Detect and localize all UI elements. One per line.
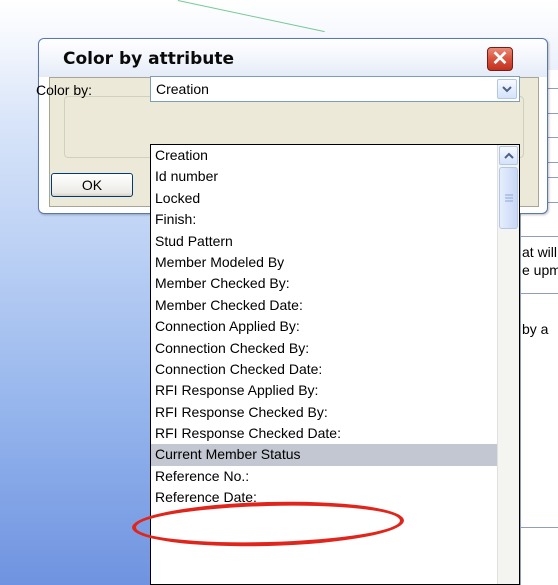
dialog-title-bar[interactable]: Color by attribute ✕	[39, 39, 547, 77]
dropdown-option[interactable]: Connection Applied By:	[151, 316, 497, 337]
combobox-dropdown-button[interactable]	[497, 79, 517, 99]
dropdown-option[interactable]: Reference No.:	[151, 466, 497, 487]
dropdown-option[interactable]: RFI Response Checked Date:	[151, 423, 497, 444]
dropdown-option[interactable]: Member Checked By:	[151, 273, 497, 294]
dropdown-option[interactable]: Stud Pattern	[151, 231, 497, 252]
background-divider	[520, 236, 558, 237]
scroll-up-button[interactable]	[499, 146, 518, 165]
dropdown-scrollbar[interactable]	[497, 145, 519, 584]
chevron-up-icon	[503, 152, 514, 159]
dropdown-option[interactable]: Connection Checked Date:	[151, 359, 497, 380]
dropdown-option[interactable]: Connection Checked By:	[151, 338, 497, 359]
combobox-value: Creation	[156, 81, 209, 97]
background-divider	[520, 293, 558, 294]
dropdown-option[interactable]: RFI Response Checked By:	[151, 402, 497, 423]
color-by-label: Color by:	[36, 82, 93, 98]
dropdown-items: Creation Id number Locked Finish: Stud Patte…	[151, 145, 497, 509]
background-text: by a	[522, 321, 549, 337]
background-line	[177, 0, 325, 33]
dropdown-option[interactable]: Locked	[151, 188, 497, 209]
dropdown-option[interactable]: Id number	[151, 166, 497, 187]
close-button[interactable]: ✕	[487, 47, 513, 71]
scrollbar-thumb[interactable]	[499, 167, 518, 229]
dialog-title: Color by attribute	[63, 49, 234, 69]
grip-icon	[504, 194, 513, 202]
dropdown-option[interactable]: RFI Response Applied By:	[151, 380, 497, 401]
dropdown-option[interactable]: Member Checked Date:	[151, 295, 497, 316]
close-icon: ✕	[491, 48, 509, 70]
background-divider	[520, 527, 558, 528]
chevron-down-icon	[502, 86, 512, 93]
dropdown-option[interactable]: Finish:	[151, 209, 497, 230]
ok-button[interactable]: OK	[51, 173, 133, 197]
background-text: at will	[522, 244, 558, 260]
dropdown-option[interactable]: Current Member Status	[151, 444, 497, 466]
color-by-combobox[interactable]: Creation	[150, 76, 520, 102]
background-text: e upm	[522, 262, 558, 278]
dropdown-option[interactable]: Member Modeled By	[151, 252, 497, 273]
dropdown-option[interactable]: Creation	[151, 145, 497, 166]
